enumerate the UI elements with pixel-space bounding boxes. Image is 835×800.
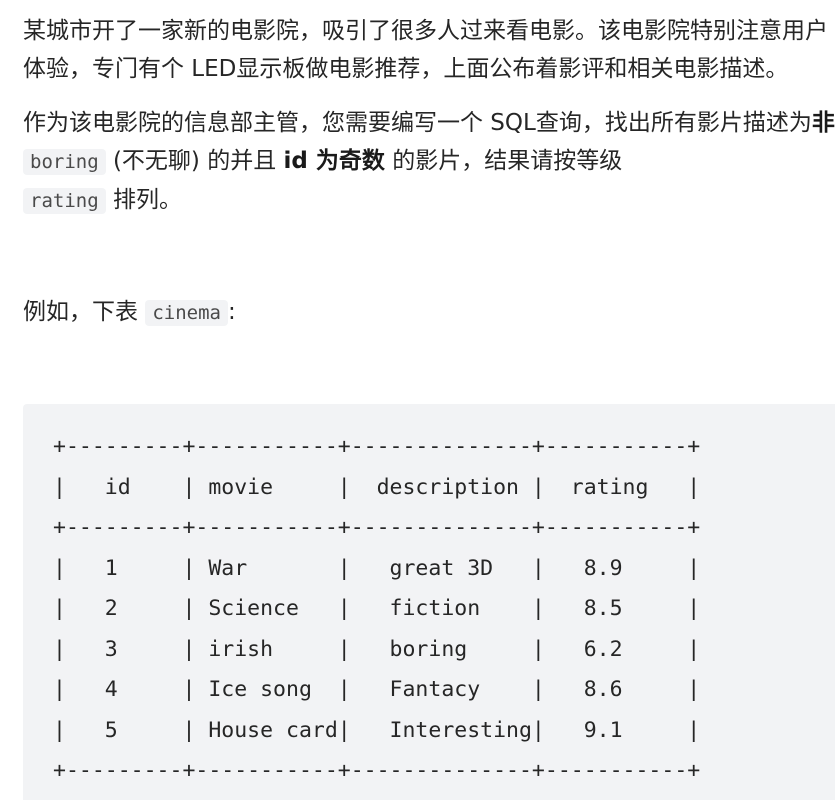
- task-text-1: 作为该电影院的信息部主管，您需要编写一个 SQL查询，找出所有影片描述为: [23, 110, 812, 136]
- code-boring: boring: [23, 149, 106, 175]
- code-cinema: cinema: [145, 300, 228, 326]
- example-text-2: :: [227, 299, 236, 325]
- table-row: | 5 | House card| Interesting| 9.1 |: [53, 717, 701, 743]
- cinema-table-code-block: +---------+-----------+--------------+--…: [23, 404, 835, 800]
- table-row: | 2 | Science | fiction | 8.5 |: [53, 596, 701, 621]
- code-rating: rating: [23, 188, 106, 214]
- table-row: | 1 | War | great 3D | 8.9 |: [53, 555, 701, 581]
- task-text-4: 排列。: [105, 187, 182, 213]
- cinema-table-ascii: +---------+-----------+--------------+--…: [53, 427, 700, 792]
- task-text-2: (不无聊) 的并且: [105, 148, 284, 174]
- table-row: | 4 | Ice song | Fantacy | 8.6 |: [53, 677, 701, 702]
- task-bold-not: 非: [811, 110, 835, 136]
- table-header-line: | id | movie | description | rating |: [53, 474, 701, 500]
- table-border-line: +---------+-----------+--------------+--…: [53, 434, 701, 459]
- example-text-1: 例如，下表: [23, 299, 146, 325]
- table-border-line: +---------+-----------+--------------+--…: [53, 515, 701, 540]
- task-bold-id-odd: id 为奇数: [283, 148, 385, 174]
- example-paragraph: 例如，下表 cinema:: [23, 293, 835, 332]
- intro-paragraph: 某城市开了一家新的电影院，吸引了很多人过来看电影。该电影院特别注意用户体验，专门…: [23, 18, 828, 82]
- task-paragraph: 作为该电影院的信息部主管，您需要编写一个 SQL查询，找出所有影片描述为非 bo…: [23, 104, 835, 220]
- task-text-3: 的影片，结果请按等级: [384, 148, 623, 174]
- table-row: | 3 | irish | boring | 6.2 |: [53, 636, 701, 662]
- table-border-line: +---------+-----------+--------------+--…: [53, 758, 701, 783]
- problem-description: 某城市开了一家新的电影院，吸引了很多人过来看电影。该电影院特别注意用户体验，专门…: [23, 12, 835, 332]
